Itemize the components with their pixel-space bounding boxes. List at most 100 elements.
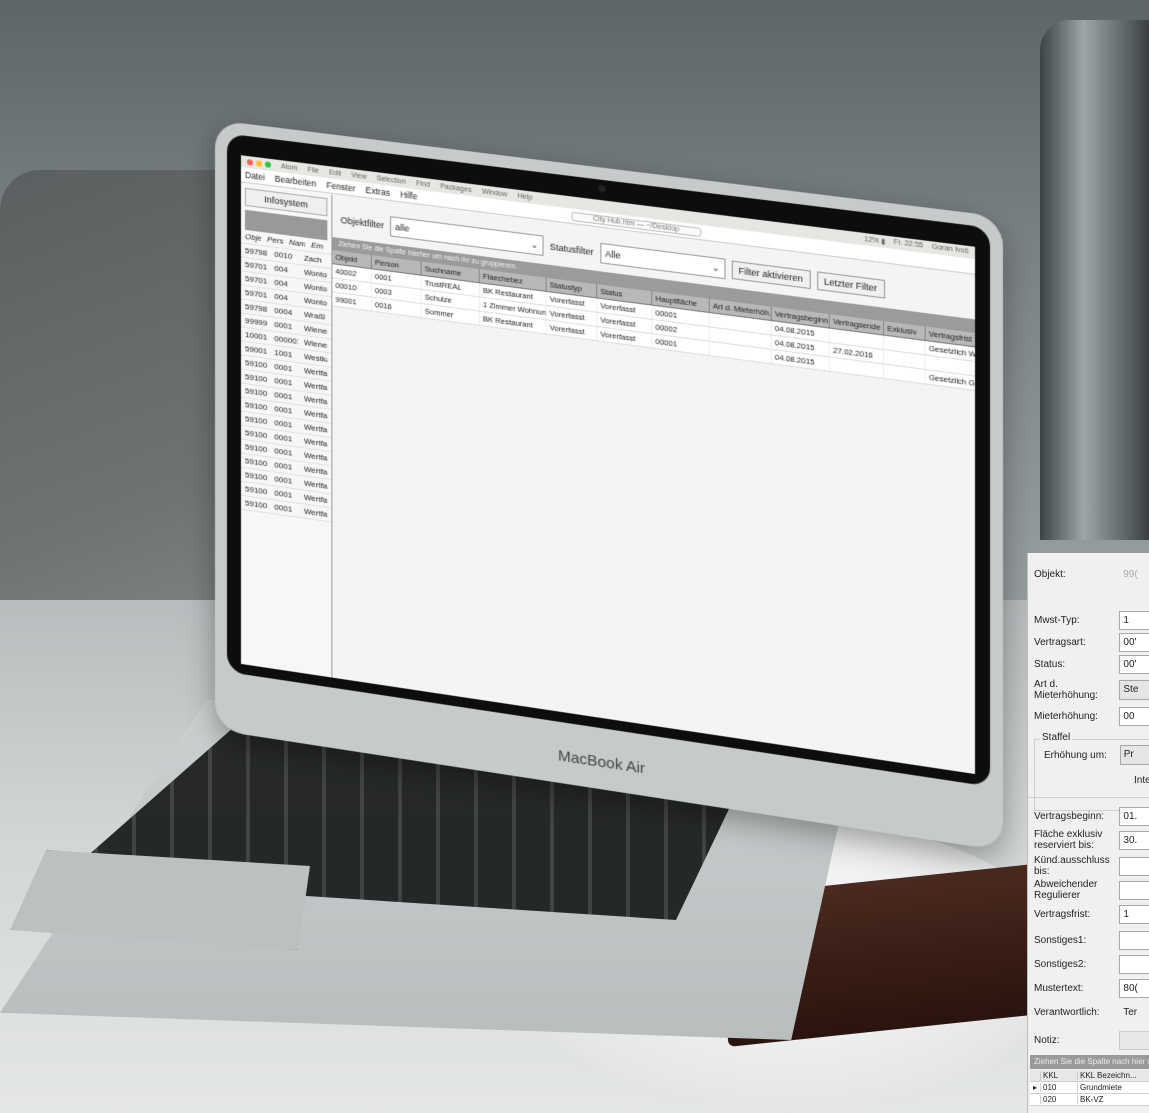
table-row[interactable]: ▸ 010 Grundmiete xyxy=(1030,1082,1149,1094)
objekt-label: Objekt: xyxy=(1034,569,1066,580)
name-cell: Wertfahl xyxy=(303,450,328,463)
kkl-cell: 020 xyxy=(1040,1095,1077,1104)
kkl-col-header[interactable]: KKL xyxy=(1040,1071,1077,1080)
status-label: Status: xyxy=(1034,659,1066,670)
menu-extras[interactable]: Extras xyxy=(366,185,390,198)
person-cell: 0001 xyxy=(274,390,293,402)
objekt-cell: 59100 xyxy=(244,456,268,469)
form-row-mwst: Mwst-Typ: 1 xyxy=(1034,611,1149,630)
form-row-objekt: Objekt: 99( xyxy=(1034,569,1149,580)
sonstiges1-label: Sonstiges1: xyxy=(1034,935,1087,946)
form-row-art: Art d. Mieterhöhung: Ste xyxy=(1034,679,1149,701)
notiz-label: Notiz: xyxy=(1034,1035,1060,1046)
form-row-flaeche: Fläche exklusiv reserviert bis: 30. xyxy=(1034,829,1149,851)
art-mieterhoehung-select[interactable]: Ste xyxy=(1119,680,1149,700)
menu-datei[interactable]: Datei xyxy=(245,170,265,183)
person-cell: 004 xyxy=(274,291,288,303)
status-field[interactable]: 00' xyxy=(1119,655,1149,674)
mac-menu-selection[interactable]: Selection xyxy=(377,175,406,186)
mac-menu-help[interactable]: Help xyxy=(518,192,533,201)
table-row[interactable]: 020 BK-VZ xyxy=(1030,1094,1149,1106)
col-header-person[interactable]: Person xyxy=(267,235,283,246)
laptop-lid: Atom File Edit View Selection Find Packa… xyxy=(215,120,1003,851)
objekt-cell: 59100 xyxy=(244,498,268,511)
menu-fenster[interactable]: Fenster xyxy=(326,180,355,194)
flaeche-label: Fläche exklusiv reserviert bis: xyxy=(1034,829,1103,851)
chevron-down-icon: ⌄ xyxy=(530,239,539,251)
objekt-cell: 59100 xyxy=(244,400,268,413)
name-cell: Wertfahl xyxy=(303,506,328,519)
vertragsfrist-label: Vertragsfrist: xyxy=(1034,909,1091,920)
close-dot-icon[interactable] xyxy=(246,158,253,166)
mac-menu-atom[interactable]: Atom xyxy=(281,163,297,172)
flaeche-field[interactable]: 30. xyxy=(1119,830,1149,850)
name-cell: Wertfahl xyxy=(303,408,328,421)
menu-hilfe[interactable]: Hilfe xyxy=(400,189,417,201)
minimize-dot-icon[interactable] xyxy=(255,160,262,167)
sonstiges1-field[interactable] xyxy=(1119,931,1149,950)
kkl-bezeichnung-cell: BK-VZ xyxy=(1077,1095,1149,1104)
name-cell: Wertfahl xyxy=(303,492,328,505)
form-row-kuend: Künd.ausschluss bis: xyxy=(1034,855,1149,877)
background-lantern xyxy=(1040,20,1149,540)
last-filter-button[interactable]: Letzter Filter xyxy=(816,271,885,299)
mac-menu-edit[interactable]: Edit xyxy=(329,169,341,178)
battery-status[interactable]: 12% ▮ xyxy=(864,235,885,246)
col-header-em[interactable]: Em xyxy=(311,240,327,251)
mac-menu-view[interactable]: View xyxy=(351,172,366,181)
vertragsbeginn-field[interactable]: 01. xyxy=(1119,807,1149,826)
mac-menu-find[interactable]: Find xyxy=(416,180,430,189)
laptop-screen: Atom File Edit View Selection Find Packa… xyxy=(240,155,976,775)
form-row-regulierer: Abweichender Regulierer xyxy=(1034,879,1149,901)
kkl-table-header: KKL KKL Bezeichn... xyxy=(1030,1070,1149,1082)
name-cell: Wertfahl xyxy=(303,365,328,379)
person-cell: 1001 xyxy=(274,347,293,360)
window-controls xyxy=(246,158,272,169)
objekt-cell: 59100 xyxy=(244,372,268,385)
vertragsart-label: Vertragsart: xyxy=(1034,637,1086,648)
objekt-cell: 59701 xyxy=(244,273,268,286)
verantwortlich-value[interactable]: Ter xyxy=(1123,1007,1149,1018)
person-cell: 0001 xyxy=(274,319,293,332)
name-cell: Westkamp xyxy=(303,351,328,365)
person-cell: 0001 xyxy=(274,376,293,388)
person-cell: 0001 xyxy=(274,488,293,500)
mwst-field[interactable]: 1 xyxy=(1119,611,1149,630)
form-row-mieterhoehung: Mieterhöhung: 00 xyxy=(1034,707,1149,726)
kkl-bezeichnung-col-header[interactable]: KKL Bezeichn... xyxy=(1077,1071,1149,1080)
kkl-group-strip[interactable]: Ziehen Sie die Spalte nach hier u xyxy=(1030,1055,1149,1069)
mieterhoehung-field[interactable]: 00 xyxy=(1119,707,1149,726)
objekt-cell: 59798 xyxy=(244,245,268,258)
form-row-verantwortlich: Verantwortlich: Ter xyxy=(1034,1007,1149,1018)
person-cell: 0010 xyxy=(274,249,293,262)
contract-form-panel: Objekt: 99( Mwst-Typ: 1 Vertragsart: 00'… xyxy=(1027,553,1149,1113)
form-row-vertragsfrist: Vertragsfrist: 1 xyxy=(1034,905,1149,924)
zoom-dot-icon[interactable] xyxy=(265,161,272,169)
kuendausschluss-field[interactable] xyxy=(1119,856,1149,876)
main-panel: Objektfilter alle ⌄ Statusfilter Alle ⌄ … xyxy=(332,195,976,774)
person-cell: 0001 xyxy=(274,460,293,472)
vertragsbeginn-label: Vertragsbeginn: xyxy=(1034,811,1105,822)
menu-bearbeiten[interactable]: Bearbeiten xyxy=(275,174,316,189)
objektfilter-value: alle xyxy=(395,221,410,234)
notiz-field[interactable] xyxy=(1119,1031,1149,1050)
name-cell: Wertfahl xyxy=(303,436,328,449)
mac-menu-window[interactable]: Window xyxy=(482,188,508,198)
regulierer-field[interactable] xyxy=(1119,880,1149,900)
mustertext-field[interactable]: 80( xyxy=(1119,979,1149,998)
sonstiges2-field[interactable] xyxy=(1119,955,1149,974)
erhoehung-select[interactable]: Pr xyxy=(1119,745,1149,765)
vertragsart-field[interactable]: 00' xyxy=(1119,633,1149,652)
sonstiges2-label: Sonstiges2: xyxy=(1034,959,1087,970)
form-row-vertragsart: Vertragsart: 00' xyxy=(1034,633,1149,652)
mac-menu-file[interactable]: File xyxy=(308,166,319,174)
filter-activate-button[interactable]: Filter aktivieren xyxy=(731,260,811,290)
col-header-name[interactable]: Name xyxy=(289,238,305,249)
col-header-objekt[interactable]: Objekt xyxy=(245,232,261,243)
objekt-cell: 59100 xyxy=(244,484,268,497)
left-panel: Infosystem Objekt Person Name Em 59798 00… xyxy=(240,183,333,678)
objekt-cell: 59100 xyxy=(244,414,268,427)
person-cell: 0004 xyxy=(274,305,293,318)
vertragsfrist-field[interactable]: 1 xyxy=(1119,905,1149,924)
form-row-sonstiges2: Sonstiges2: xyxy=(1034,955,1149,974)
